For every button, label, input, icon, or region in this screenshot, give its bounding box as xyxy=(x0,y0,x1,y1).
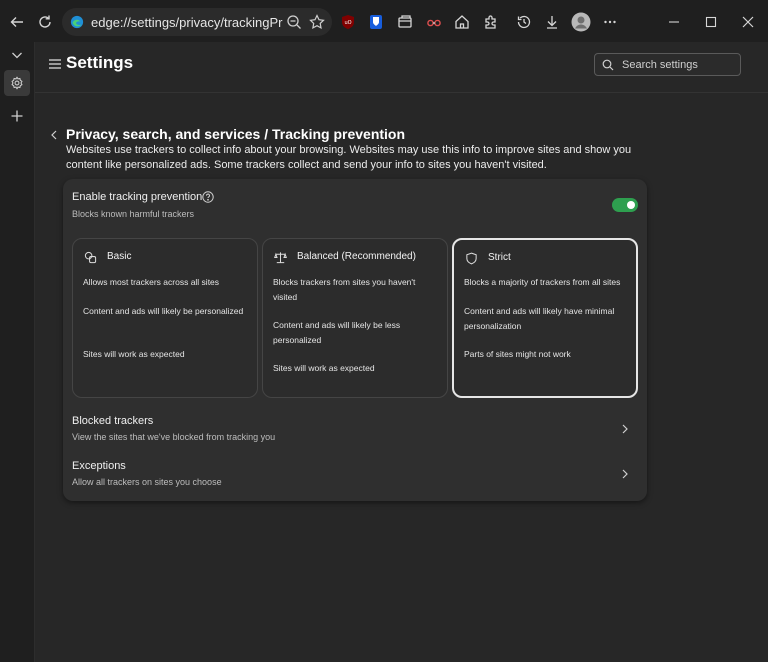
settings-header: Settings xyxy=(35,42,768,93)
page-description: Websites use trackers to collect info ab… xyxy=(66,144,632,171)
tracking-toggle[interactable] xyxy=(612,198,638,212)
profile-icon[interactable] xyxy=(567,8,595,36)
minimize-icon[interactable] xyxy=(660,8,688,36)
option-line: Blocks trackers from sites you haven't v… xyxy=(273,277,416,302)
shield-icon xyxy=(466,252,477,265)
row-title: Blocked trackers xyxy=(72,415,154,427)
option-line: Content and ads will likely be personali… xyxy=(83,306,244,316)
menu-icon[interactable] xyxy=(48,57,62,71)
option-title: Basic xyxy=(107,251,132,262)
option-title: Balanced (Recommended) xyxy=(297,251,416,262)
scale-icon xyxy=(274,252,287,264)
back-chevron-icon[interactable] xyxy=(49,129,59,141)
zoom-out-icon[interactable] xyxy=(286,14,302,30)
plus-icon[interactable] xyxy=(4,103,30,129)
page-title: Privacy, search, and services / Tracking… xyxy=(66,126,406,142)
browser-toolbar: edge://settings/privacy/trackingPrev... … xyxy=(0,0,768,42)
option-line: Blocks a majority of trackers from all s… xyxy=(464,277,621,287)
settings-gear-icon[interactable] xyxy=(4,70,30,96)
maximize-icon[interactable] xyxy=(697,8,725,36)
option-line: Parts of sites might not work xyxy=(464,349,571,359)
extensions-icon[interactable] xyxy=(477,8,505,36)
option-line: Allows most trackers across all sites xyxy=(83,277,220,287)
option-line: Sites will work as expected xyxy=(273,363,375,373)
chevron-down-icon[interactable] xyxy=(4,42,30,68)
search-input[interactable] xyxy=(622,58,732,71)
option-line: Content and ads will likely have minimal… xyxy=(464,306,615,331)
option-line: Content and ads will likely be less pers… xyxy=(273,320,401,345)
row-subtitle: View the sites that we've blocked from t… xyxy=(72,432,276,442)
toggle-knob xyxy=(627,201,635,209)
row-subtitle: Allow all trackers on sites you choose xyxy=(72,477,222,487)
option-basic[interactable]: Basic Allows most trackers across all si… xyxy=(72,238,258,398)
option-strict[interactable]: Strict Blocks a majority of trackers fro… xyxy=(452,238,638,398)
settings-content: Settings Privacy, search, and services /… xyxy=(35,42,768,662)
url-text: edge://settings/privacy/trackingPrev... xyxy=(91,14,283,30)
home-icon[interactable] xyxy=(448,8,476,36)
bitwarden-icon[interactable] xyxy=(362,8,390,36)
more-icon[interactable] xyxy=(596,8,624,36)
tab-icon[interactable] xyxy=(391,8,419,36)
chevron-right-icon xyxy=(622,424,628,434)
blocked-trackers-row[interactable]: Blocked trackers View the sites that we'… xyxy=(63,408,647,452)
favorite-star-icon[interactable] xyxy=(309,14,325,30)
close-icon[interactable] xyxy=(734,8,762,36)
ublock-icon[interactable]: uO xyxy=(334,8,362,36)
option-line: Sites will work as expected xyxy=(83,349,185,359)
reader-icon[interactable] xyxy=(420,8,448,36)
tracking-prevention-card: Enable tracking prevention Blocks known … xyxy=(63,179,647,501)
exceptions-row[interactable]: Exceptions Allow all trackers on sites y… xyxy=(63,453,647,497)
vertical-tabs-sidebar xyxy=(0,42,35,662)
download-icon[interactable] xyxy=(538,8,566,36)
chevron-right-icon xyxy=(622,469,628,479)
search-box[interactable] xyxy=(594,53,741,76)
option-title: Strict xyxy=(488,252,511,263)
address-bar[interactable]: edge://settings/privacy/trackingPrev... xyxy=(62,8,332,36)
back-arrow-icon[interactable] xyxy=(3,8,31,36)
help-icon[interactable] xyxy=(202,191,214,203)
basic-icon xyxy=(84,251,97,264)
settings-title: Settings xyxy=(66,53,134,72)
search-icon xyxy=(602,59,614,70)
history-icon[interactable] xyxy=(510,8,538,36)
edge-logo-icon xyxy=(70,15,84,29)
option-balanced[interactable]: Balanced (Recommended) Blocks trackers f… xyxy=(262,238,448,398)
refresh-icon[interactable] xyxy=(31,8,59,36)
enable-tracking-label: Enable tracking prevention xyxy=(72,191,203,203)
svg-text:uO: uO xyxy=(344,20,351,26)
row-title: Exceptions xyxy=(72,460,126,472)
enable-tracking-sub: Blocks known harmful trackers xyxy=(72,209,195,219)
